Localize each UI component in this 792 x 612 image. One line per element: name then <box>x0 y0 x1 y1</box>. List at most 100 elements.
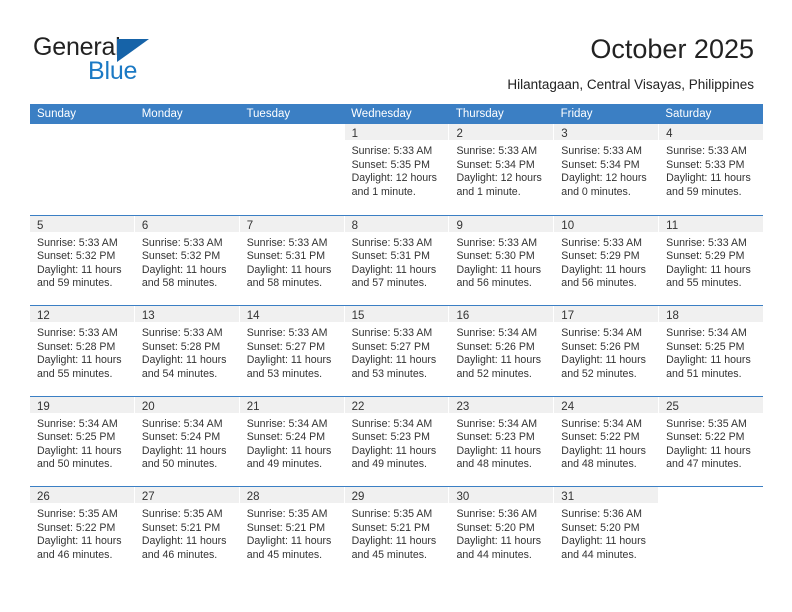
weekday-friday: Friday <box>560 108 593 120</box>
sunrise-text: Sunrise: 5:33 AM <box>456 145 538 157</box>
day-number-strip: 10 <box>554 215 659 232</box>
calendar-day-cell[interactable]: 8 Sunrise: 5:33 AM Sunset: 5:31 PM Daylight… <box>344 215 450 305</box>
calendar-day-cell[interactable]: 7 Sunrise: 5:33 AM Sunset: 5:31 PM Daylight… <box>239 215 345 305</box>
daylight-text-line1: Daylight: 11 hours <box>456 263 542 276</box>
day-number: 26 <box>37 491 50 503</box>
calendar-day-cell[interactable]: 9 Sunrise: 5:33 AM Sunset: 5:30 PM Daylight… <box>449 215 555 305</box>
calendar-day-cell[interactable]: 5 Sunrise: 5:33 AM Sunset: 5:32 PM Daylight… <box>30 215 135 305</box>
day-number-strip: 18 <box>659 306 764 322</box>
daylight-text-line2: and 50 minutes. <box>37 458 113 471</box>
weekday-sunday: Sunday <box>37 108 77 120</box>
sunset-text: Sunset: 5:32 PM <box>141 250 221 263</box>
day-details: Sunrise: 5:33 AM Sunset: 5:32 PM Daylight:… <box>30 232 134 291</box>
daylight-text-line1: Daylight: 11 hours <box>456 444 542 457</box>
calendar-week-row: 12 Sunrise: 5:33 AM Sunset: 5:28 PM Dayligh… <box>30 305 764 396</box>
day-number-strip: 29 <box>344 487 449 503</box>
calendar-week-row: 26 Sunrise: 5:35 AM Sunset: 5:22 PM Dayligh… <box>30 486 764 577</box>
sunrise-text: Sunrise: 5:33 AM <box>561 145 642 157</box>
calendar-day-cell[interactable]: 11 Sunrise: 5:33 AM Sunset: 5:29 PM Dayligh… <box>659 215 764 305</box>
daylight-text-line1: Daylight: 11 hours <box>246 263 332 276</box>
daylight-text-line2: and 1 minute. <box>456 185 521 198</box>
calendar-day-cell[interactable]: 17 Sunrise: 5:34 AM Sunset: 5:26 PM Dayligh… <box>554 306 660 396</box>
sunrise-text: Sunrise: 5:34 AM <box>351 417 433 430</box>
day-number: 7 <box>246 219 254 232</box>
day-details: Sunrise: 5:33 AM Sunset: 5:34 PM Daylight:… <box>449 140 553 199</box>
day-details: Sunrise: 5:35 AM Sunset: 5:21 PM Daylight:… <box>345 503 449 562</box>
calendar-day-cell[interactable]: 26 Sunrise: 5:35 AM Sunset: 5:22 PM Dayligh… <box>30 487 135 577</box>
day-number: 18 <box>666 310 679 322</box>
sunrise-text: Sunrise: 5:35 AM <box>246 508 328 520</box>
sunset-text: Sunset: 5:22 PM <box>666 431 745 444</box>
day-details: Sunrise: 5:34 AM Sunset: 5:26 PM Daylight:… <box>554 322 658 381</box>
calendar-day-cell[interactable]: 28 Sunrise: 5:35 AM Sunset: 5:21 PM Dayligh… <box>239 487 345 577</box>
calendar-day-cell[interactable]: 6 Sunrise: 5:33 AM Sunset: 5:32 PM Daylight… <box>134 215 240 305</box>
day-number: 8 <box>351 219 358 232</box>
calendar-day-cell[interactable]: 12 Sunrise: 5:33 AM Sunset: 5:28 PM Dayligh… <box>30 306 135 396</box>
sunrise-text: Sunrise: 5:36 AM <box>456 508 538 520</box>
day-number-strip: 15 <box>344 306 449 322</box>
daylight-text-line2: and 1 minute. <box>351 185 416 198</box>
day-number-strip: 25 <box>659 396 764 413</box>
sunset-text: Sunset: 5:34 PM <box>456 158 535 171</box>
calendar-day-cell[interactable]: 1 Sunrise: 5:33 AM Sunset: 5:35 PM Daylight… <box>344 124 450 215</box>
daylight-text-line1: Daylight: 11 hours <box>351 263 437 276</box>
calendar-grid: Sunday Monday Tuesday Wednesday Thursday… <box>30 104 764 577</box>
daylight-text-line2: and 44 minutes. <box>561 548 637 561</box>
day-number: 11 <box>666 219 679 232</box>
calendar-day-cell[interactable]: 14 Sunrise: 5:33 AM Sunset: 5:27 PM Dayligh… <box>239 306 345 396</box>
calendar-day-cell[interactable]: 23 Sunrise: 5:34 AM Sunset: 5:23 PM Dayligh… <box>449 396 555 486</box>
sunrise-text: Sunrise: 5:35 AM <box>351 508 433 520</box>
weekday-thursday: Thursday <box>455 108 504 120</box>
general-blue-logo[interactable]: General Blue <box>33 33 213 85</box>
day-number-strip: 6 <box>134 215 239 232</box>
logo-text-blue: Blue <box>88 57 138 85</box>
calendar-day-cell[interactable]: 2 Sunrise: 5:33 AM Sunset: 5:34 PM Daylight… <box>449 124 555 215</box>
calendar-day-cell[interactable]: 13 Sunrise: 5:33 AM Sunset: 5:28 PM Dayligh… <box>134 306 240 396</box>
day-number-strip: 9 <box>449 215 554 232</box>
day-number: 22 <box>351 400 365 413</box>
day-details: Sunrise: 5:33 AM Sunset: 5:33 PM Daylight:… <box>659 140 763 199</box>
calendar-day-cell[interactable]: 4 Sunrise: 5:33 AM Sunset: 5:33 PM Daylight… <box>659 124 764 215</box>
sunset-text: Sunset: 5:24 PM <box>141 431 221 444</box>
calendar-day-cell[interactable]: 10 Sunrise: 5:33 AM Sunset: 5:29 PM Dayligh… <box>554 215 660 305</box>
daylight-text-line1: Daylight: 11 hours <box>37 535 122 548</box>
calendar-day-cell[interactable]: 31 Sunrise: 5:36 AM Sunset: 5:20 PM Dayligh… <box>554 487 660 577</box>
calendar-day-cell[interactable]: 22 Sunrise: 5:34 AM Sunset: 5:23 PM Dayligh… <box>344 396 450 486</box>
daylight-text-line1: Daylight: 11 hours <box>561 535 646 548</box>
sunset-text: Sunset: 5:27 PM <box>351 340 430 353</box>
day-number: 6 <box>141 219 149 232</box>
day-number: 24 <box>561 400 575 413</box>
calendar-day-cell[interactable]: 15 Sunrise: 5:33 AM Sunset: 5:27 PM Dayligh… <box>344 306 450 396</box>
sunset-text: Sunset: 5:28 PM <box>141 340 221 353</box>
calendar-day-cell[interactable]: 21 Sunrise: 5:34 AM Sunset: 5:24 PM Dayligh… <box>239 396 345 486</box>
calendar-day-cell[interactable]: 19 Sunrise: 5:34 AM Sunset: 5:25 PM Dayligh… <box>30 396 135 486</box>
day-number: 3 <box>561 128 568 140</box>
daylight-text-line1: Daylight: 11 hours <box>456 535 542 548</box>
calendar-day-cell[interactable]: 24 Sunrise: 5:34 AM Sunset: 5:22 PM Dayligh… <box>554 396 660 486</box>
calendar-day-cell[interactable]: 27 Sunrise: 5:35 AM Sunset: 5:21 PM Dayligh… <box>134 487 240 577</box>
sunrise-text: Sunrise: 5:33 AM <box>351 327 433 339</box>
day-number-strip: 12 <box>30 306 134 322</box>
day-number-strip <box>134 124 239 140</box>
calendar-day-cell[interactable]: 30 Sunrise: 5:36 AM Sunset: 5:20 PM Dayligh… <box>449 487 555 577</box>
daylight-text-line1: Daylight: 11 hours <box>666 354 751 367</box>
daylight-text-line1: Daylight: 12 hours <box>351 172 437 185</box>
day-details: Sunrise: 5:33 AM Sunset: 5:28 PM Daylight:… <box>30 322 134 381</box>
calendar-day-cell[interactable]: 18 Sunrise: 5:34 AM Sunset: 5:25 PM Dayligh… <box>659 306 764 396</box>
day-details: Sunrise: 5:35 AM Sunset: 5:21 PM Daylight:… <box>135 503 239 562</box>
calendar-day-cell[interactable]: 3 Sunrise: 5:33 AM Sunset: 5:34 PM Daylight… <box>554 124 660 215</box>
sunset-text: Sunset: 5:29 PM <box>666 250 745 263</box>
daylight-text-line1: Daylight: 11 hours <box>141 354 227 367</box>
day-number-strip: 30 <box>449 487 554 503</box>
daylight-text-line1: Daylight: 11 hours <box>246 535 332 548</box>
calendar-day-cell[interactable]: 29 Sunrise: 5:35 AM Sunset: 5:21 PM Dayligh… <box>344 487 450 577</box>
day-details: Sunrise: 5:33 AM Sunset: 5:31 PM Daylight:… <box>345 232 449 291</box>
calendar-day-cell[interactable]: 16 Sunrise: 5:34 AM Sunset: 5:26 PM Dayligh… <box>449 306 555 396</box>
daylight-text-line2: and 50 minutes. <box>141 458 218 471</box>
day-details: Sunrise: 5:35 AM Sunset: 5:22 PM Daylight:… <box>30 503 134 562</box>
sunrise-text: Sunrise: 5:34 AM <box>141 417 223 430</box>
calendar-day-cell[interactable]: 20 Sunrise: 5:34 AM Sunset: 5:24 PM Dayligh… <box>134 396 240 486</box>
sunrise-text: Sunrise: 5:33 AM <box>561 236 642 249</box>
sunrise-text: Sunrise: 5:35 AM <box>666 417 747 430</box>
calendar-day-cell[interactable]: 25 Sunrise: 5:35 AM Sunset: 5:22 PM Dayligh… <box>659 396 764 486</box>
